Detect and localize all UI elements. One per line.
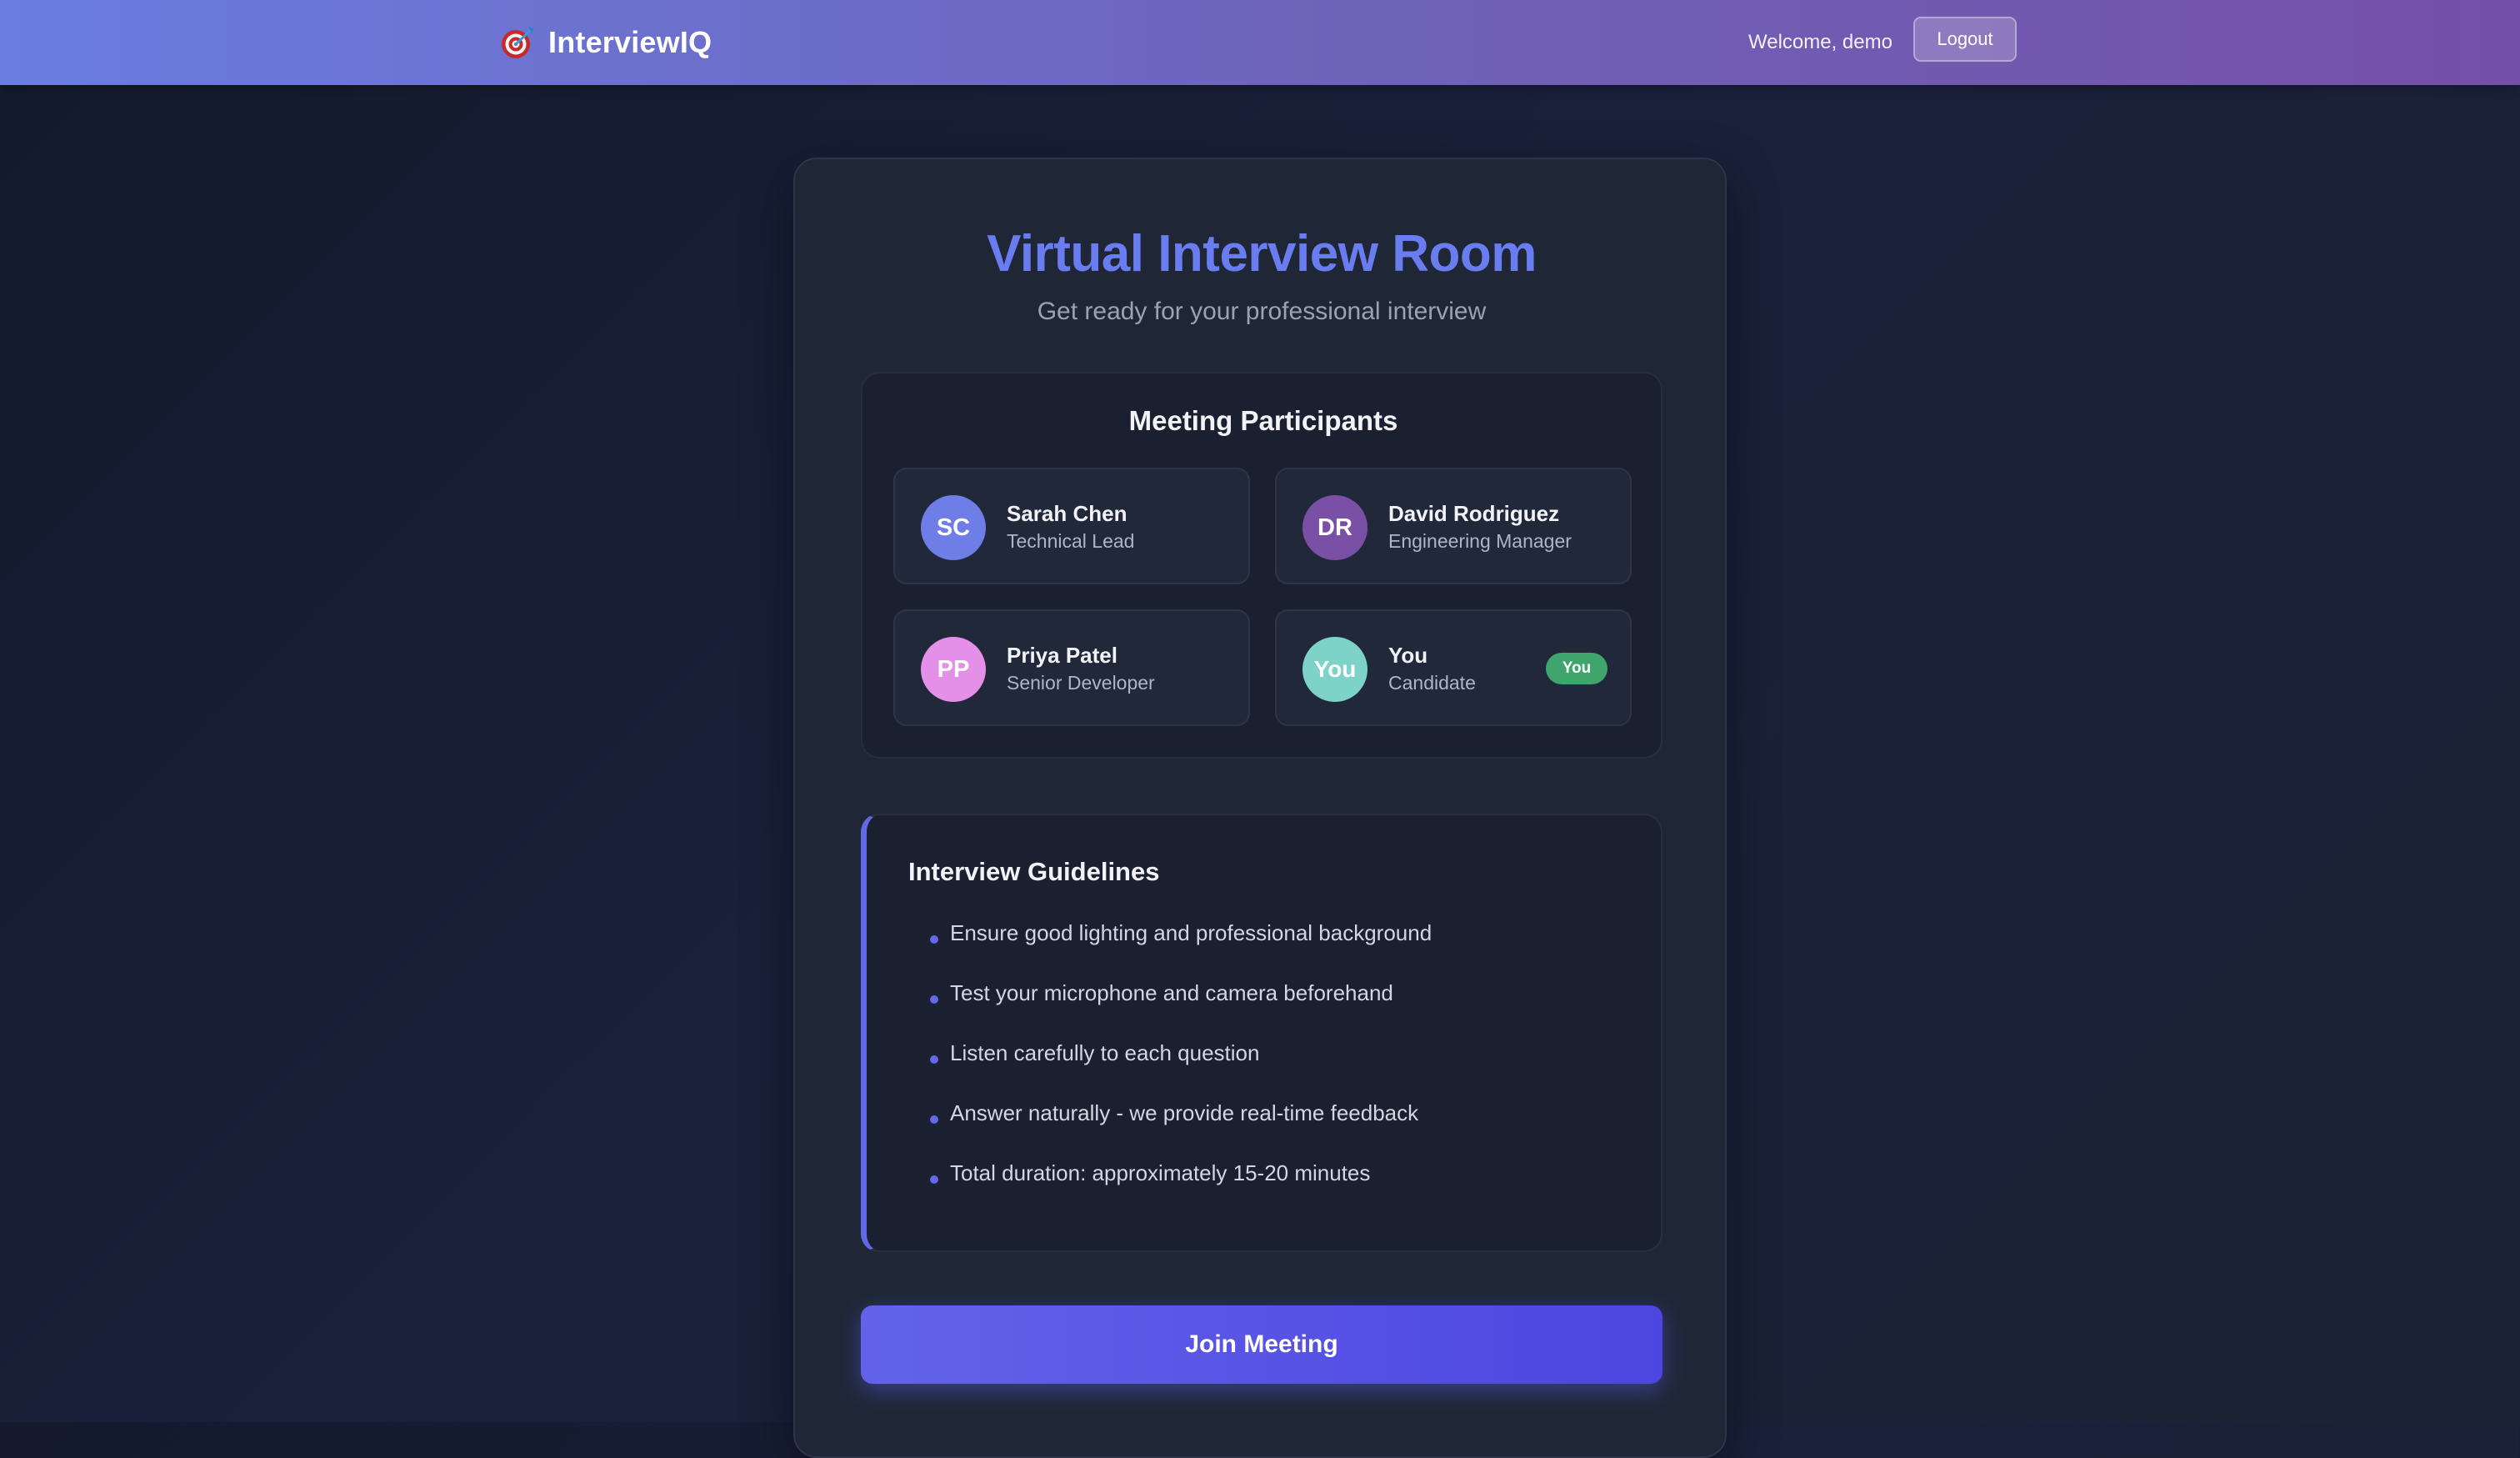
participant-role: Technical Lead [1007,530,1135,552]
you-badge: You [1546,653,1608,684]
guideline-text: Answer naturally - we provide real-time … [950,1100,1419,1125]
avatar: DR [1302,495,1368,560]
top-navigation-bar: InterviewIQ Welcome, demo Logout [0,0,2520,85]
page-subtitle: Get ready for your professional intervie… [1037,298,1487,325]
guidelines-title: Interview Guidelines [908,857,1160,886]
interview-room-card: Virtual Interview Room Get ready for you… [793,158,1727,1458]
brand-name: InterviewIQ [548,25,712,59]
guideline-text: Total duration: approximately 15-20 minu… [950,1160,1371,1185]
participant-card-priya-patel: PP Priya Patel Senior Developer [893,609,1250,726]
guideline-text: Test your microphone and camera beforeha… [950,980,1393,1005]
welcome-text: Welcome, demo [1748,31,1892,53]
guideline-text: Ensure good lighting and professional ba… [950,920,1432,945]
participants-panel: Meeting Participants SC Sarah Chen Techn… [861,372,1662,759]
page-title: Virtual Interview Room [987,225,1537,283]
bullet-icon [930,1175,938,1184]
participant-name: Sarah Chen [1007,501,1128,526]
bullet-icon [930,995,938,1004]
avatar: PP [921,637,986,702]
bullet-icon [930,935,938,944]
participant-role: Senior Developer [1007,672,1155,694]
brand-logo[interactable]: InterviewIQ [498,20,712,65]
avatar: SC [921,495,986,560]
bullet-icon [930,1055,938,1064]
bullet-icon [930,1115,938,1124]
participant-card-you: You You Candidate You [1275,609,1632,726]
participant-name: Priya Patel [1007,643,1118,668]
participant-name: David Rodriguez [1388,501,1560,526]
guidelines-panel: Interview Guidelines Ensure good lightin… [861,814,1662,1252]
participant-role: Engineering Manager [1388,530,1572,552]
target-dart-icon [498,23,537,62]
participant-role: Candidate [1388,672,1476,694]
guideline-text: Listen carefully to each question [950,1040,1260,1065]
logout-button[interactable]: Logout [1913,17,2017,62]
avatar: You [1302,637,1368,702]
join-meeting-button[interactable]: Join Meeting [861,1305,1662,1384]
participant-card-sarah-chen: SC Sarah Chen Technical Lead [893,468,1250,584]
participant-card-david-rodriguez: DR David Rodriguez Engineering Manager [1275,468,1632,584]
participant-name: You [1388,643,1428,668]
participants-title: Meeting Participants [1128,405,1398,436]
